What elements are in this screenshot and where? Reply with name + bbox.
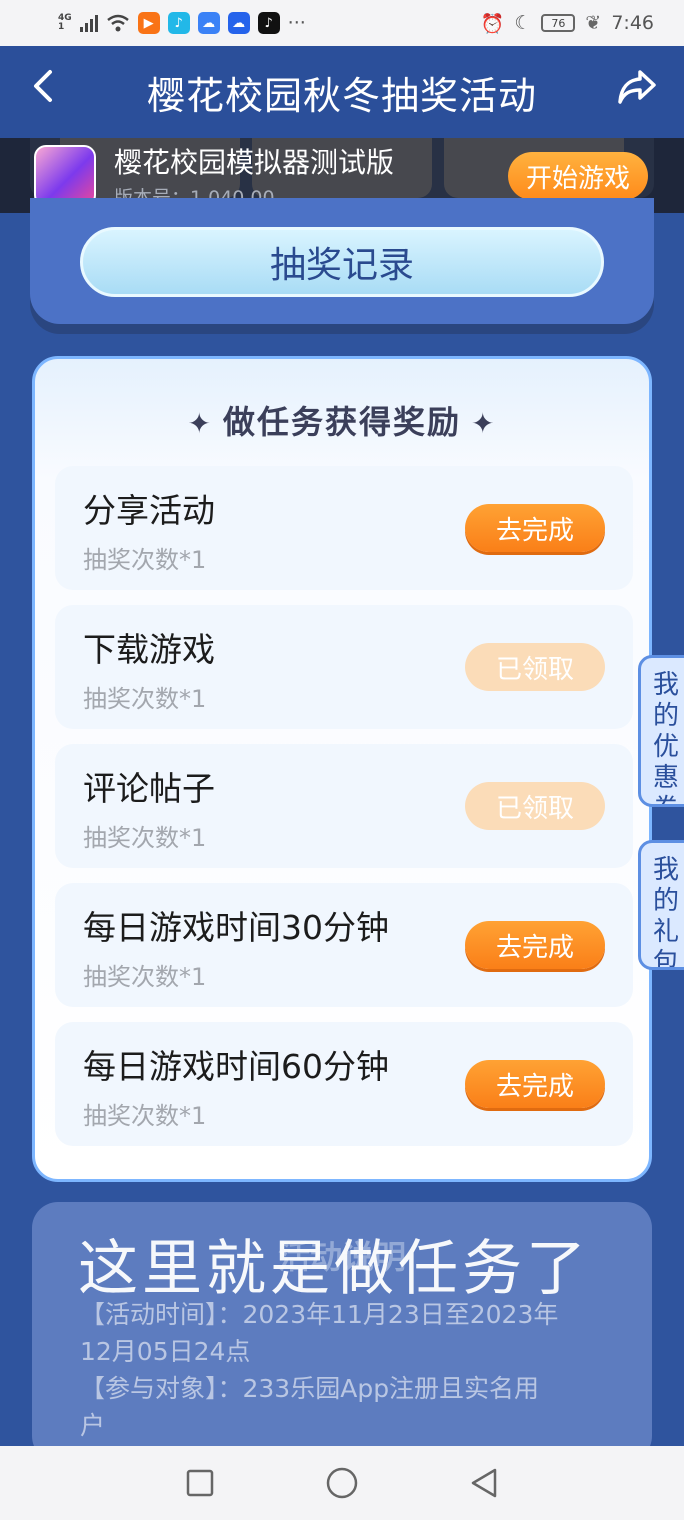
task-item: 评论帖子 抽奖次数*1 已领取 bbox=[55, 744, 633, 868]
task-name: 评论帖子 bbox=[83, 769, 215, 808]
task-item: 下载游戏 抽奖次数*1 已领取 bbox=[55, 605, 633, 729]
my-coupons-tab[interactable]: 我的优惠券 bbox=[638, 655, 684, 807]
video-app-icon: ▶ bbox=[137, 12, 160, 34]
task-action-button[interactable]: 去完成 bbox=[465, 921, 605, 969]
tiktok-icon: ♪ bbox=[257, 12, 280, 34]
music-app-icon: ♪ bbox=[167, 12, 190, 34]
more-notifications-icon: ··· bbox=[287, 12, 306, 34]
task-action-button[interactable]: 去完成 bbox=[465, 1060, 605, 1108]
leaf-icon: ❦ bbox=[585, 12, 602, 34]
moon-icon: ☾ bbox=[514, 12, 532, 34]
task-reward: 抽奖次数*1 bbox=[83, 546, 207, 574]
task-action-button[interactable]: 去完成 bbox=[465, 504, 605, 552]
task-name: 每日游戏时间60分钟 bbox=[83, 1047, 389, 1086]
sparkle-icon: ✦ bbox=[187, 407, 213, 440]
task-item: 每日游戏时间60分钟 抽奖次数*1 去完成 bbox=[55, 1022, 633, 1146]
handwritten-annotation: 这里就是做任务了 bbox=[78, 1234, 590, 1304]
share-icon[interactable] bbox=[616, 68, 658, 110]
network-label-bottom: 1 bbox=[58, 22, 65, 32]
back-nav-icon[interactable] bbox=[469, 1467, 499, 1499]
task-item: 分享活动 抽奖次数*1 去完成 bbox=[55, 466, 633, 590]
description-line: 户 bbox=[80, 1411, 106, 1440]
cloud-icon: ☁ bbox=[197, 12, 220, 34]
task-reward: 抽奖次数*1 bbox=[83, 685, 207, 713]
app-header: 樱花校园秋冬抽奖活动 bbox=[0, 46, 684, 138]
task-item: 每日游戏时间30分钟 抽奖次数*1 去完成 bbox=[55, 883, 633, 1007]
task-reward: 抽奖次数*1 bbox=[83, 963, 207, 991]
sparkle-icon: ✦ bbox=[471, 407, 497, 440]
my-gifts-tab[interactable]: 我的礼包 bbox=[638, 840, 684, 970]
description-line: 【参与对象】：233乐园App注册且实名用 bbox=[80, 1374, 540, 1403]
lottery-record-button[interactable]: 抽奖记录 bbox=[80, 227, 604, 297]
back-icon[interactable] bbox=[30, 66, 54, 116]
task-claimed-button[interactable]: 已领取 bbox=[465, 782, 605, 830]
battery-level: 76 bbox=[551, 16, 566, 30]
signal-icon bbox=[79, 14, 98, 32]
recent-apps-icon[interactable] bbox=[185, 1468, 215, 1498]
game-name: 樱花校园模拟器测试版 bbox=[114, 146, 395, 179]
task-name: 每日游戏时间30分钟 bbox=[83, 908, 389, 947]
description-line: 12月05日24点 bbox=[80, 1337, 251, 1366]
alarm-icon: ⏰ bbox=[480, 12, 505, 35]
start-game-button[interactable]: 开始游戏 bbox=[508, 152, 648, 200]
page-title: 樱花校园秋冬抽奖活动 bbox=[146, 73, 537, 118]
task-card: ✦ 做任务获得奖励 ✦ 分享活动 抽奖次数*1 去完成 下载游戏 抽奖次数*1 已领… bbox=[32, 356, 652, 1182]
status-bar: 4G 1 ▶ ♪ ☁ ☁ ♪ ··· ⏰ ☾ 76 ❦ 7:46 bbox=[0, 0, 684, 46]
clock: 7:46 bbox=[611, 12, 654, 34]
task-name: 下载游戏 bbox=[83, 630, 215, 669]
wifi-icon bbox=[106, 14, 129, 32]
task-reward: 抽奖次数*1 bbox=[83, 824, 207, 852]
task-name: 分享活动 bbox=[83, 491, 215, 530]
system-nav-bar bbox=[0, 1446, 684, 1520]
battery-icon: 76 bbox=[541, 14, 576, 32]
task-reward: 抽奖次数*1 bbox=[83, 1102, 207, 1130]
task-claimed-button[interactable]: 已领取 bbox=[465, 643, 605, 691]
task-title-text: 做任务获得奖励 bbox=[222, 403, 461, 441]
task-section-title: ✦ 做任务获得奖励 ✦ bbox=[35, 397, 649, 443]
home-icon[interactable] bbox=[325, 1466, 359, 1500]
cloud-icon: ☁ bbox=[227, 12, 250, 34]
network-type: 4G 1 bbox=[58, 14, 72, 32]
